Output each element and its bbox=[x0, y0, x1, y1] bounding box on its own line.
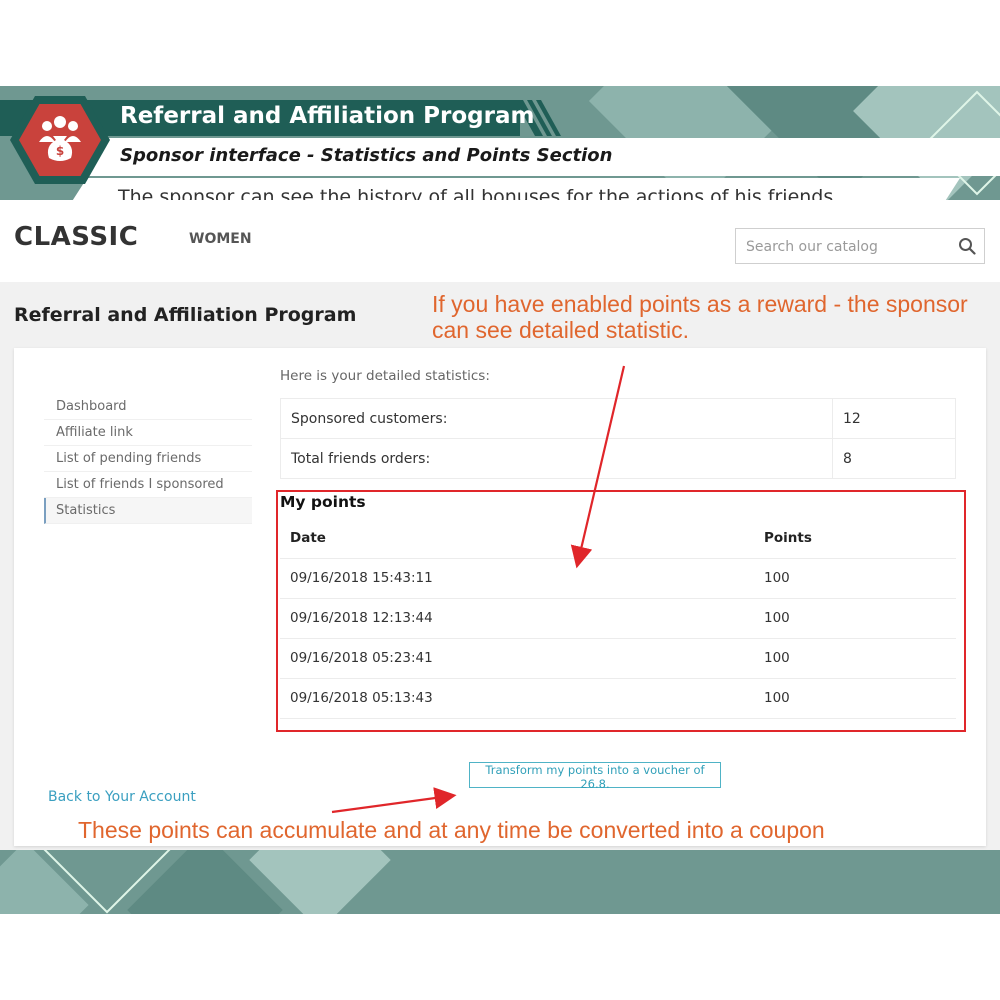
highlight-box bbox=[276, 490, 966, 732]
transform-voucher-button[interactable]: Transform my points into a voucher of 26… bbox=[469, 762, 721, 791]
stat-label: Total friends orders: bbox=[280, 438, 833, 479]
search-icon[interactable] bbox=[958, 237, 976, 255]
back-to-account-link[interactable]: Back to Your Account bbox=[48, 789, 196, 805]
menu-item-pending-friends[interactable]: List of pending friends bbox=[44, 446, 252, 472]
page-title: Referral and Affiliation Program bbox=[14, 304, 357, 326]
banner-title: Referral and Affiliation Program bbox=[120, 103, 535, 129]
account-menu: Dashboard Affiliate link List of pending… bbox=[44, 394, 252, 524]
banner-subtitle: Sponsor interface - Statistics and Point… bbox=[120, 145, 613, 166]
stat-value: 8 bbox=[832, 438, 956, 479]
annotation-top: If you have enabled points as a reward -… bbox=[432, 291, 968, 343]
statistics-table: Sponsored customers: 12 Total friends or… bbox=[280, 398, 956, 479]
table-row: Sponsored customers: 12 bbox=[280, 398, 956, 439]
shop-logo[interactable]: CLASSIC bbox=[14, 222, 138, 252]
annotation-bottom: These points can accumulate and at any t… bbox=[78, 817, 825, 843]
stat-label: Sponsored customers: bbox=[280, 398, 833, 439]
stat-value: 12 bbox=[832, 398, 956, 439]
table-row: Total friends orders: 8 bbox=[280, 438, 956, 479]
menu-item-dashboard[interactable]: Dashboard bbox=[44, 394, 252, 420]
search-box bbox=[735, 228, 985, 265]
menu-item-sponsored-friends[interactable]: List of friends I sponsored bbox=[44, 472, 252, 498]
search-input[interactable] bbox=[744, 229, 948, 265]
nav-item-women[interactable]: WOMEN bbox=[189, 231, 252, 247]
menu-item-statistics[interactable]: Statistics bbox=[44, 498, 252, 524]
bottom-banner-background bbox=[0, 850, 1000, 914]
money-bag-people-icon: $ bbox=[39, 116, 81, 161]
svg-text:$: $ bbox=[56, 144, 64, 158]
menu-item-affiliate-link[interactable]: Affiliate link bbox=[44, 420, 252, 446]
statistics-intro: Here is your detailed statistics: bbox=[280, 368, 490, 384]
